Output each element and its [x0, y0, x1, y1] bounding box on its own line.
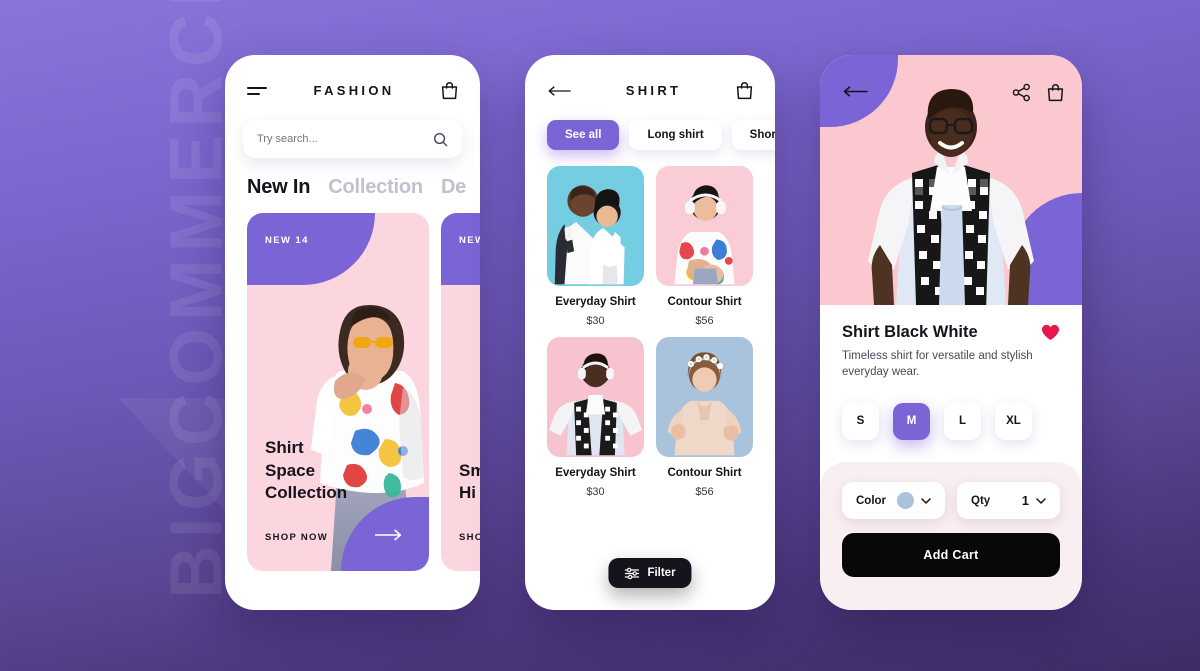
size-option-l[interactable]: L	[944, 402, 981, 440]
product-thumbnail	[656, 337, 753, 457]
size-selector: S M L XL	[820, 381, 1082, 440]
product-name: Everyday Shirt	[555, 296, 636, 308]
product-card[interactable]: Contour Shirt $56	[656, 166, 753, 327]
product-name: Contour Shirt	[667, 467, 742, 479]
shopping-bag-icon[interactable]	[441, 81, 458, 100]
page-title: SHIRT	[625, 83, 682, 98]
hero-card-carousel: NEW 14 Shirt Space Collection SHOP NOW N…	[225, 199, 480, 571]
product-card[interactable]: Contour Shirt $56	[656, 337, 753, 498]
search-bar[interactable]	[243, 120, 462, 158]
product-photo	[548, 353, 643, 456]
share-icon[interactable]	[1012, 83, 1031, 102]
tab-collection[interactable]: Collection	[328, 176, 423, 199]
shopping-bag-icon[interactable]	[1047, 83, 1064, 102]
chip-see-all[interactable]: See all	[547, 120, 620, 150]
hero-card[interactable]: NEW Sm Hi SHO	[441, 213, 480, 571]
sliders-icon	[624, 567, 640, 579]
product-price: $30	[586, 486, 605, 498]
arrow-left-icon[interactable]	[842, 85, 868, 98]
detail-action-icons	[1012, 83, 1064, 102]
phone-screen-home: FASHION New In Collection De NEW 14	[225, 55, 480, 610]
size-option-s[interactable]: S	[842, 402, 879, 440]
arrow-left-icon[interactable]	[547, 85, 571, 97]
product-description: Timeless shirt for versatile and stylish…	[842, 350, 1033, 379]
size-option-m[interactable]: M	[893, 402, 930, 440]
watermark-triangle	[118, 398, 230, 516]
product-thumbnail	[547, 337, 644, 457]
product-name: Contour Shirt	[667, 296, 742, 308]
page-title: FASHION	[313, 83, 395, 98]
chip-short-shirt[interactable]: Short shirt	[731, 120, 775, 150]
phone-screen-category: SHIRT See all Long shirt Short shirt	[525, 55, 775, 610]
home-topbar: FASHION	[225, 55, 480, 100]
hamburger-icon[interactable]	[247, 86, 267, 95]
product-grid: Everyday Shirt $30 Contour Shirt $56 Eve…	[525, 150, 775, 498]
product-card[interactable]: Everyday Shirt $30	[547, 166, 644, 327]
shopping-bag-icon[interactable]	[736, 81, 753, 100]
product-photo	[667, 352, 742, 456]
card-title: Sm Hi	[459, 460, 480, 503]
product-title: Shirt Black White	[842, 323, 978, 341]
size-option-xl[interactable]: XL	[995, 402, 1032, 440]
product-thumbnail	[656, 166, 753, 286]
tab-new-in[interactable]: New In	[247, 176, 310, 199]
product-price: $56	[695, 315, 714, 327]
card-badge: NEW	[459, 235, 480, 246]
filter-button[interactable]: Filter	[608, 558, 692, 588]
purchase-panel: Color Qty 1 Add Cart	[820, 462, 1082, 610]
product-price: $56	[695, 486, 714, 498]
category-topbar: SHIRT	[525, 55, 775, 100]
product-name: Everyday Shirt	[555, 467, 636, 479]
card-cta[interactable]: SHO	[459, 532, 480, 543]
chevron-down-icon	[921, 497, 931, 504]
color-label: Color	[856, 494, 887, 507]
card-cta[interactable]: SHOP NOW	[265, 532, 328, 543]
color-select[interactable]: Color	[842, 482, 945, 519]
color-value	[897, 492, 931, 509]
heart-icon[interactable]	[1041, 324, 1060, 341]
filter-label: Filter	[647, 567, 676, 579]
category-tabs: New In Collection De	[225, 158, 480, 199]
qty-value-wrap: 1	[1022, 493, 1046, 508]
qty-value: 1	[1021, 493, 1029, 508]
card-title: Shirt Space Collection	[265, 438, 348, 503]
tab-de[interactable]: De	[441, 176, 466, 199]
filter-chip-row: See all Long shirt Short shirt	[525, 100, 775, 150]
search-icon[interactable]	[433, 132, 448, 147]
chip-long-shirt[interactable]: Long shirt	[629, 120, 722, 150]
arrow-right-icon[interactable]	[375, 529, 403, 541]
card-badge: NEW 14	[265, 235, 309, 246]
product-info: Shirt Black White Timeless shirt for ver…	[820, 305, 1082, 381]
hero-card[interactable]: NEW 14 Shirt Space Collection SHOP NOW	[247, 213, 429, 571]
selector-row: Color Qty 1	[842, 482, 1060, 519]
product-photo	[674, 185, 735, 285]
qty-label: Qty	[971, 494, 991, 507]
add-cart-button[interactable]: Add Cart	[842, 533, 1060, 577]
search-input[interactable]	[257, 133, 433, 145]
product-card[interactable]: Everyday Shirt $30	[547, 337, 644, 498]
phone-screen-product-detail: Shirt Black White Timeless shirt for ver…	[820, 55, 1082, 610]
product-price: $30	[586, 315, 605, 327]
qty-select[interactable]: Qty 1	[957, 482, 1060, 519]
card-blob-top-left	[441, 213, 480, 285]
product-photo	[554, 185, 625, 285]
product-thumbnail	[547, 166, 644, 286]
product-hero-image	[820, 55, 1082, 305]
color-swatch	[897, 492, 914, 509]
chevron-down-icon	[1036, 497, 1046, 504]
